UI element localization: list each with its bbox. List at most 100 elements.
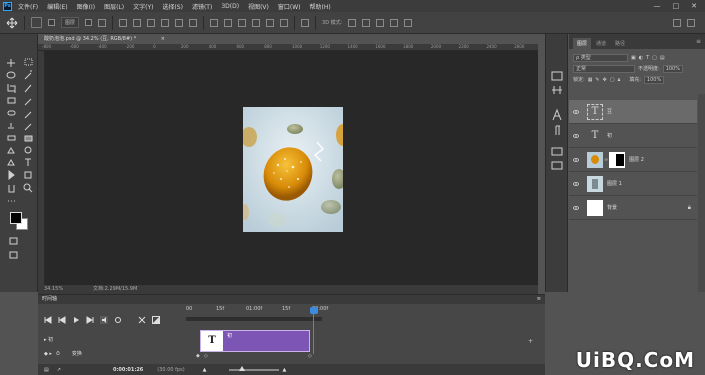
menu-filter[interactable]: 滤镜(T) xyxy=(192,2,212,11)
zoom-slider-thumb[interactable] xyxy=(238,366,245,371)
align-right-icon[interactable] xyxy=(189,18,198,27)
keyframe-icon[interactable]: ◆ xyxy=(196,353,200,359)
layer-name[interactable]: 图层 2 xyxy=(629,156,644,163)
filter-shape-icon[interactable]: ▢ xyxy=(652,55,657,61)
show-transform-checkbox[interactable] xyxy=(85,19,93,26)
panel-menu-icon[interactable]: ≡ xyxy=(696,38,701,45)
current-time[interactable]: 0:00:01:26 xyxy=(113,367,143,373)
menu-edit[interactable]: 编辑(E) xyxy=(47,2,67,11)
auto-select-checkbox[interactable] xyxy=(48,19,55,26)
timeline-ruler[interactable]: 00 15f 01:00f 15f 02:00f xyxy=(186,306,328,320)
layer-name[interactable]: 图层 1 xyxy=(607,180,622,187)
play-icon[interactable] xyxy=(72,316,80,324)
tab-paths[interactable]: 路径 xyxy=(611,38,629,49)
lock-pixels-icon[interactable]: ▦ xyxy=(588,77,593,83)
filter-smart-icon[interactable]: ▤ xyxy=(660,55,665,61)
playhead[interactable] xyxy=(310,307,318,314)
next-frame-icon[interactable] xyxy=(86,316,94,324)
maximize-button[interactable]: □ xyxy=(673,2,680,10)
character-panel-icon[interactable] xyxy=(552,108,562,121)
document-tab[interactable]: 酸奶泡泡.psd @ 34.2% (豆, RGB/8#) * × xyxy=(38,34,168,44)
previous-frame-icon[interactable] xyxy=(58,316,66,324)
3d-drag-icon[interactable] xyxy=(376,18,385,27)
tab-layers[interactable]: 图层 xyxy=(573,38,592,49)
split-scissors-icon[interactable] xyxy=(138,316,146,324)
eye-icon[interactable] xyxy=(573,109,579,115)
menu-file[interactable]: 文件(F) xyxy=(18,2,38,11)
canvas-area[interactable] xyxy=(45,51,538,285)
layer-name[interactable]: 豆 xyxy=(607,108,612,115)
distribute-vcenter-icon[interactable] xyxy=(224,18,233,27)
lock-artboard-icon[interactable]: ▢ xyxy=(610,77,615,83)
menu-layer[interactable]: 图层(L) xyxy=(104,2,124,11)
panel-menu-icon[interactable]: ≡ xyxy=(537,295,541,304)
track-expand-icon[interactable]: ▸ xyxy=(44,337,47,343)
align-top-icon[interactable] xyxy=(119,18,128,27)
eye-icon[interactable] xyxy=(573,181,579,187)
vertical-ruler[interactable] xyxy=(38,51,45,285)
quick-mask-icon[interactable] xyxy=(9,237,18,245)
transition-icon[interactable] xyxy=(152,316,160,324)
menu-help[interactable]: 帮助(H) xyxy=(310,2,331,11)
paragraph-panel-icon[interactable] xyxy=(555,125,560,135)
lock-all-icon[interactable]: 🔒︎ xyxy=(618,77,621,83)
blend-mode-dropdown[interactable]: 正常 xyxy=(573,64,635,73)
workspace-icon[interactable] xyxy=(687,18,695,27)
transform-controls-icon[interactable] xyxy=(98,18,107,27)
layer-name[interactable]: 背景 xyxy=(607,204,617,211)
filter-adjust-icon[interactable]: ◐ xyxy=(639,55,643,61)
layer-row[interactable]: ∞ 图层 2 xyxy=(569,148,697,172)
eye-icon[interactable] xyxy=(573,205,579,211)
menu-3d[interactable]: 3D(D) xyxy=(221,3,239,10)
3d-scale-icon[interactable] xyxy=(404,18,413,27)
first-frame-icon[interactable] xyxy=(44,316,52,324)
3d-slide-icon[interactable] xyxy=(390,18,399,27)
align-vcenter-icon[interactable] xyxy=(133,18,142,27)
close-window-button[interactable]: ✕ xyxy=(691,2,697,10)
document-info[interactable]: 文档:2.29M/15.9M xyxy=(93,285,137,294)
3d-roll-icon[interactable] xyxy=(362,18,371,27)
align-left-icon[interactable] xyxy=(161,18,170,27)
history-panel-icon[interactable] xyxy=(551,71,563,81)
layers-scrollbar[interactable] xyxy=(698,94,705,292)
close-tab-icon[interactable]: × xyxy=(161,34,165,44)
search-icon[interactable] xyxy=(673,18,681,27)
zoom-in-icon[interactable]: ▲ xyxy=(283,367,287,373)
keyframe-nav-icon[interactable]: ◆ ▸ xyxy=(44,351,52,357)
lock-position-icon[interactable]: ✥ xyxy=(603,77,607,83)
chain-link-icon[interactable]: ∞ xyxy=(604,157,608,163)
horizontal-ruler[interactable]: -800 -600 -400 -200 0 200 400 600 800 1000 1200 140… xyxy=(38,44,538,51)
distribute-right-icon[interactable] xyxy=(280,18,289,27)
stopwatch-icon[interactable]: ⏱︎ xyxy=(56,351,60,357)
keyframe-icon[interactable]: ◇ xyxy=(308,353,312,359)
libraries-panel-icon[interactable] xyxy=(551,161,563,170)
track-header[interactable]: ▸ 初 xyxy=(44,336,53,343)
move-tool-icon[interactable] xyxy=(6,17,18,29)
timeline-zoom-slider[interactable] xyxy=(228,366,279,371)
distribute-hcenter-icon[interactable] xyxy=(266,18,275,27)
menu-window[interactable]: 窗口(W) xyxy=(278,2,301,11)
settings-gear-icon[interactable] xyxy=(114,316,122,324)
zoom-level[interactable]: 34.15% xyxy=(44,285,63,294)
menu-select[interactable]: 选择(S) xyxy=(162,2,183,11)
layer-name[interactable]: 初 xyxy=(607,132,612,139)
layer-row[interactable]: 图层 1 xyxy=(569,172,697,196)
layer-filter-dropdown[interactable]: ρ 类型 xyxy=(573,53,628,62)
menu-type[interactable]: 文字(Y) xyxy=(133,2,153,11)
add-media-icon[interactable]: + xyxy=(528,338,533,345)
keyframe-icon[interactable]: ◇ xyxy=(204,353,208,359)
align-bottom-icon[interactable] xyxy=(147,18,156,27)
tab-channels[interactable]: 通道 xyxy=(592,38,610,49)
layer-row[interactable]: T 豆 xyxy=(569,100,697,124)
filter-pixel-icon[interactable]: ▣ xyxy=(631,55,636,61)
layer-row[interactable]: T 初 xyxy=(569,124,697,148)
auto-select-dropdown[interactable]: 图层 xyxy=(61,17,80,28)
zoom-out-icon[interactable]: ▲ xyxy=(203,367,207,373)
lock-paint-icon[interactable]: ✎ xyxy=(595,77,599,83)
convert-frames-icon[interactable]: ▤ xyxy=(44,367,49,373)
3d-rotate-icon[interactable] xyxy=(348,18,357,27)
auto-align-icon[interactable] xyxy=(301,18,310,27)
layer-mask-thumbnail[interactable] xyxy=(609,151,626,168)
menu-image[interactable]: 图像(I) xyxy=(77,2,95,11)
distribute-left-icon[interactable] xyxy=(252,18,261,27)
